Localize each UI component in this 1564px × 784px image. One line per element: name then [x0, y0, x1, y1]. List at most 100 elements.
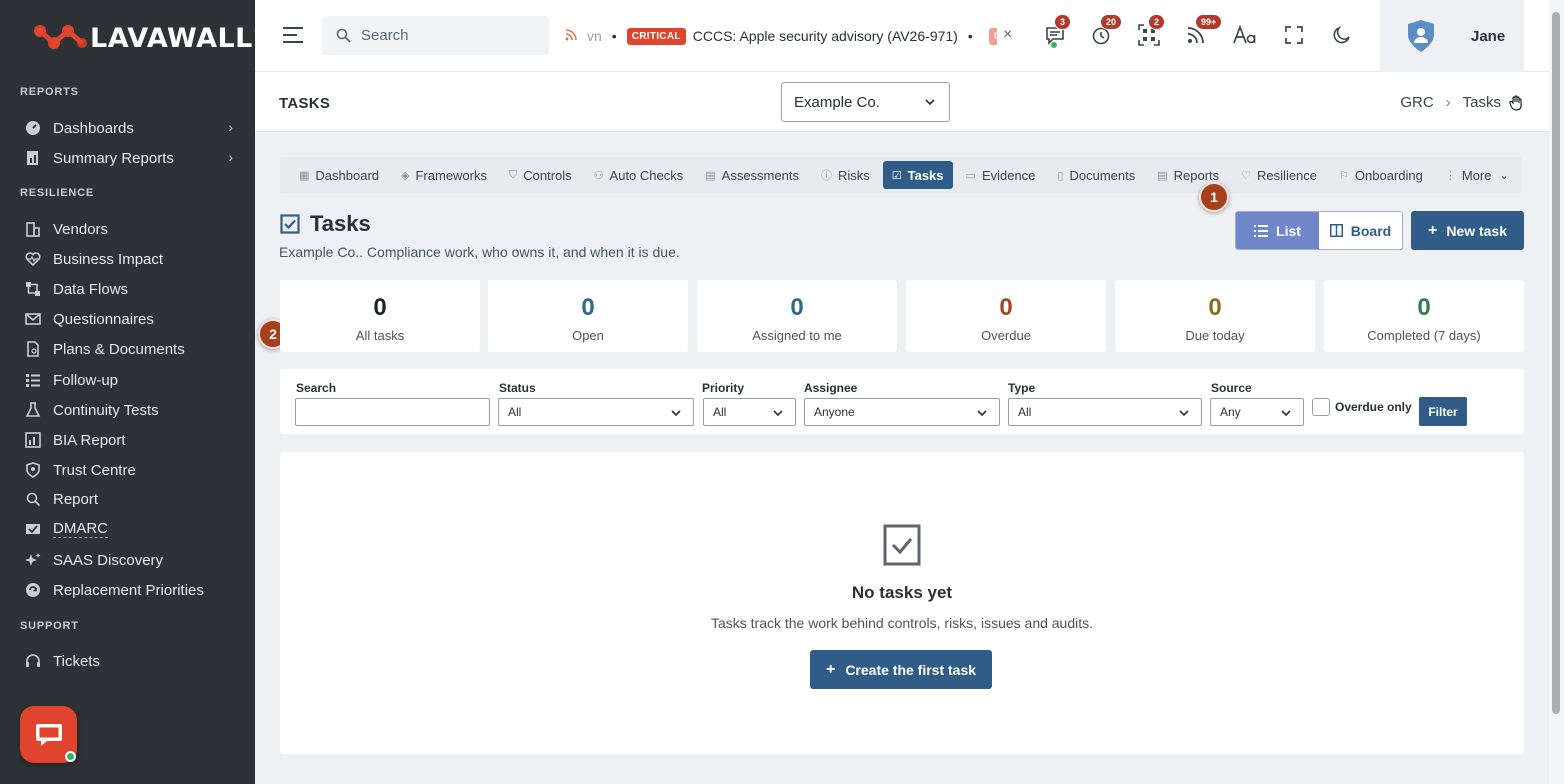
breadcrumb-grc[interactable]: GRC [1400, 94, 1433, 111]
sidebar-item-vendors[interactable]: Vendors [24, 216, 239, 242]
ticker-close-button[interactable]: × [1003, 26, 1012, 44]
tab-risks[interactable]: ⓘ Risks [812, 161, 879, 189]
create-first-task-button[interactable]: + Create the first task [810, 650, 992, 689]
stat-due-today[interactable]: 0 Due today [1115, 280, 1315, 352]
sidebar-item-trust-centre[interactable]: Trust Centre [24, 457, 239, 483]
stat-completed-7-days[interactable]: 0 Completed (7 days) [1324, 280, 1524, 352]
tab-more[interactable]: ⋮ More ⌄ [1436, 161, 1518, 189]
sidebar-item-bia-report[interactable]: BIA Report [24, 427, 239, 453]
sidebar-item-data-flows[interactable]: Data Flows [24, 276, 239, 302]
tab-evidence[interactable]: ▭ Evidence [957, 161, 1045, 189]
sidebar-item-saas-discovery[interactable]: SAAS Discovery [24, 547, 239, 573]
sidebar-item-continuity-tests[interactable]: Continuity Tests [24, 397, 239, 423]
flag-icon: ⚐ [1339, 169, 1349, 182]
news-ticker[interactable]: vn • CRITICAL CCCS: Apple security advis… [565, 24, 997, 48]
report-icon: ▤ [1157, 169, 1168, 182]
breadcrumb: GRC › Tasks [1400, 94, 1523, 111]
sidebar-item-questionnaires[interactable]: Questionnaires [24, 306, 239, 332]
folder-icon: ▭ [965, 169, 976, 182]
sidebar-item-business-impact[interactable]: Business Impact [24, 246, 239, 272]
brand-logo[interactable]: LAVAWALL® [32, 18, 255, 58]
empty-state-panel: No tasks yet Tasks track the work behind… [280, 452, 1524, 754]
type-select[interactable]: All [1008, 398, 1202, 426]
ticker-headline[interactable]: CCCS: Apple security advisory (AV26-971) [693, 28, 958, 44]
page-scrollbar[interactable] [1549, 0, 1564, 784]
stat-value: 0 [373, 294, 387, 321]
sidebar-item-summary-reports[interactable]: Summary Reports › [24, 145, 239, 171]
tab-auto-checks[interactable]: ⚇ Auto Checks [585, 161, 693, 189]
flask-icon [24, 401, 42, 419]
critical-badge-next: CRIT [988, 27, 997, 45]
status-label: Status [499, 381, 536, 395]
view-board-button[interactable]: Board [1319, 212, 1402, 249]
report-icon [24, 149, 42, 167]
tab-tasks[interactable]: ☑ Tasks [882, 161, 953, 189]
menu-toggle-icon[interactable] [283, 26, 305, 49]
search-icon [336, 28, 351, 43]
moon-icon [1333, 26, 1350, 44]
fullscreen-button[interactable] [1281, 22, 1307, 48]
flow-icon [24, 280, 42, 298]
scrollbar-thumb[interactable] [1552, 12, 1560, 714]
user-name: Jane [1471, 27, 1506, 45]
sidebar-item-plans-documents[interactable]: Plans & Documents [24, 336, 239, 362]
timer-button[interactable]: 20 [1088, 14, 1123, 48]
status-select[interactable]: All [498, 398, 694, 426]
chevron-down-icon [1281, 410, 1291, 417]
sidebar-item-tickets[interactable]: Tickets [24, 648, 239, 674]
view-toggle: List Board [1235, 211, 1403, 250]
dark-mode-button[interactable] [1329, 22, 1355, 48]
online-status-dot [65, 751, 76, 762]
tab-resilience[interactable]: ♡ Resilience [1232, 161, 1326, 189]
text-size-icon [1233, 25, 1256, 44]
shield-check-icon: ⛉ [509, 168, 518, 181]
view-list-button[interactable]: List [1236, 212, 1319, 249]
font-size-button[interactable] [1232, 22, 1258, 48]
rss-icon [565, 28, 577, 44]
tab-assessments[interactable]: ▤ Assessments [696, 161, 808, 189]
sidebar-item-replacement-priorities[interactable]: Replacement Priorities [24, 577, 239, 603]
sidebar-item-dashboards[interactable]: Dashboards › [24, 115, 239, 141]
more-vertical-icon: ⋮ [1444, 169, 1456, 182]
filter-bar: Search Status All Priority All Assignee … [280, 369, 1524, 434]
stat-label: Overdue [981, 328, 1031, 343]
scan-button[interactable]: 2 [1136, 14, 1166, 48]
overdue-only-checkbox[interactable] [1312, 398, 1330, 416]
stat-assigned-to-me[interactable]: 0 Assigned to me [697, 280, 897, 352]
stat-all-tasks[interactable]: 0 All tasks [280, 280, 480, 352]
gauge-icon [24, 119, 42, 137]
chevron-down-icon [1179, 410, 1189, 417]
chevron-down-icon [977, 410, 987, 417]
stat-open[interactable]: 0 Open [488, 280, 688, 352]
top-bar: Search vn • CRITICAL CCCS: Apple securit… [255, 0, 1549, 72]
sidebar-item-dmarc[interactable]: DMARC [24, 516, 239, 542]
tab-controls[interactable]: ⛉ Controls [500, 161, 581, 189]
user-menu[interactable]: Jane [1380, 0, 1524, 72]
sidebar-item-follow-up[interactable]: Follow-up [24, 367, 239, 393]
priority-select[interactable]: All [703, 398, 796, 426]
sidebar-item-report[interactable]: Report [24, 486, 239, 512]
checkbox-checked-icon [280, 214, 300, 234]
sidebar: LAVAWALL® REPORTS Dashboards › Summary R… [0, 0, 255, 784]
tab-documents[interactable]: ▯ Documents [1048, 161, 1144, 189]
assignee-select[interactable]: Anyone [804, 398, 1000, 426]
tab-dashboard[interactable]: ▦ Dashboard [290, 161, 388, 189]
task-search-input[interactable] [295, 398, 490, 426]
heart-icon: ♡ [1241, 169, 1252, 182]
global-search-input[interactable]: Search [322, 16, 549, 55]
messages-button[interactable]: 3 [1042, 14, 1072, 48]
list-icon [24, 371, 42, 389]
overdue-only-label[interactable]: Overdue only [1335, 400, 1412, 414]
breadcrumb-tasks: Tasks [1462, 94, 1501, 111]
stat-value: 0 [1208, 294, 1222, 321]
new-task-button[interactable]: + New task [1411, 211, 1524, 250]
user-avatar-shield-icon [1408, 20, 1434, 52]
filter-button[interactable]: Filter [1419, 397, 1467, 426]
organization-select[interactable]: Example Co. [781, 82, 950, 122]
tab-onboarding[interactable]: ⚐ Onboarding [1330, 161, 1432, 189]
stat-overdue[interactable]: 0 Overdue [906, 280, 1106, 352]
tab-frameworks[interactable]: ◈ Frameworks [392, 161, 496, 189]
feeds-button[interactable]: 99+ [1183, 14, 1223, 48]
mail-check-icon [24, 520, 42, 538]
source-select[interactable]: Any [1210, 398, 1304, 426]
